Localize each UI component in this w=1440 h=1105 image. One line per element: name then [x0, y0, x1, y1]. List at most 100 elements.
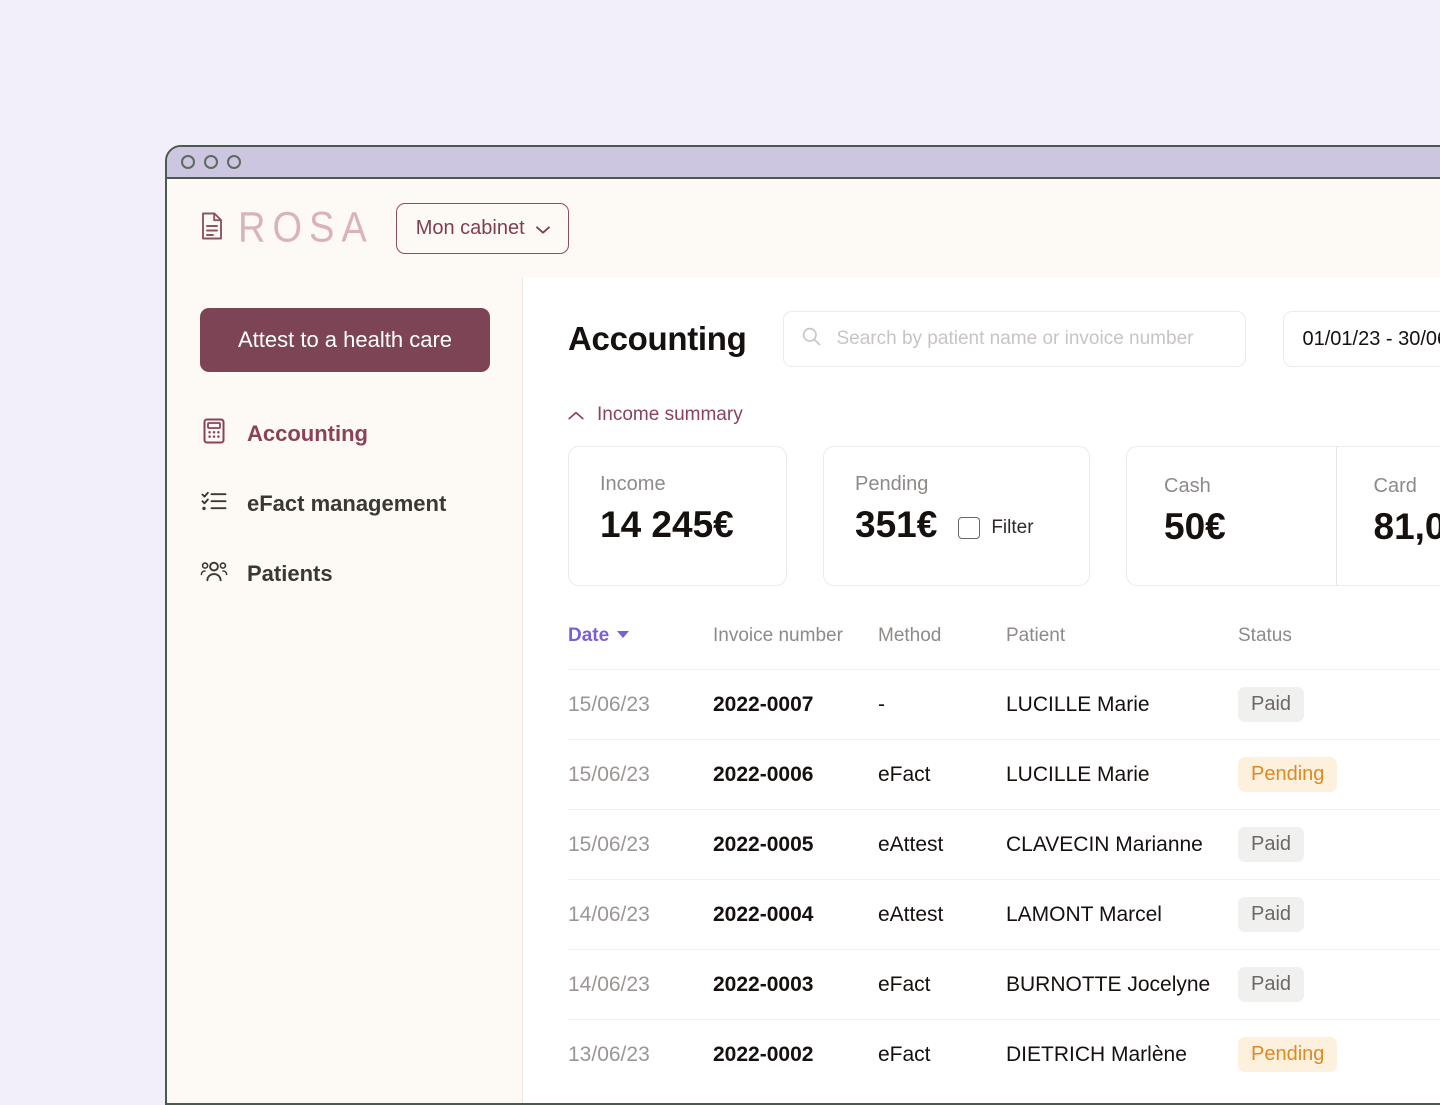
cell-patient: LUCILLE Marie	[1006, 740, 1238, 810]
cell-patient: BURNOTTE Jocelyne	[1006, 950, 1238, 1020]
column-header-date[interactable]: Date	[568, 625, 713, 670]
pending-card: Pending 351€ Filter	[823, 446, 1090, 586]
column-header-method[interactable]: Method	[878, 625, 1006, 670]
table-header-row: Date Invoice number Method Patient Statu…	[568, 625, 1440, 670]
search-input[interactable]	[836, 328, 1227, 350]
table-row[interactable]: 15/06/232022-0006eFactLUCILLE MariePendi…	[568, 740, 1440, 810]
sidebar-item-label: eFact management	[247, 491, 446, 517]
sidebar-item-label: Patients	[247, 561, 333, 587]
column-header-status[interactable]: Status	[1238, 625, 1438, 670]
brand-wordmark: ROSA	[238, 207, 374, 250]
cell-invoice-number: 2022-0007	[713, 670, 878, 740]
cash-card-value: 50€	[1164, 507, 1336, 548]
status-badge: Pending	[1238, 757, 1337, 792]
cell-method: eAttest	[878, 880, 1006, 950]
page-title: Accounting	[568, 320, 746, 358]
cell-invoice-number: 2022-0002	[713, 1020, 878, 1090]
chevron-down-icon	[536, 217, 550, 240]
summary-cards-row: Income 14 245€ Pending 351€ Filter	[568, 446, 1440, 586]
cell-status: Paid	[1238, 810, 1438, 880]
status-badge: Paid	[1238, 827, 1304, 862]
app-body: Attest to a health care Accounting	[167, 277, 1440, 1105]
cell-status: Pending	[1238, 1020, 1438, 1090]
invoice-table: Date Invoice number Method Patient Statu…	[568, 625, 1440, 1090]
income-summary-label: Income summary	[597, 404, 743, 426]
search-icon	[802, 327, 821, 351]
income-card-value: 14 245€	[600, 505, 756, 546]
cabinet-select-label: Mon cabinet	[416, 217, 525, 240]
cell-status: Pending	[1238, 740, 1438, 810]
document-icon	[200, 212, 224, 245]
pending-filter-toggle[interactable]: Filter	[958, 517, 1033, 546]
maximize-dot[interactable]	[227, 155, 241, 169]
sidebar: Attest to a health care Accounting	[167, 277, 523, 1105]
cell-invoice-number: 2022-0003	[713, 950, 878, 1020]
cell-invoice-number: 2022-0005	[713, 810, 878, 880]
cell-date: 14/06/23	[568, 880, 713, 950]
pending-card-value: 351€	[855, 505, 937, 546]
cell-method: -	[878, 670, 1006, 740]
income-card: Income 14 245€	[568, 446, 787, 586]
chevron-up-icon	[568, 404, 584, 426]
cash-card-summary-card: Cash 50€ Card 81,03	[1126, 446, 1440, 586]
status-badge: Paid	[1238, 687, 1304, 722]
cell-patient: CLAVECIN Marianne	[1006, 810, 1238, 880]
cell-date: 15/06/23	[568, 740, 713, 810]
attest-to-health-care-button[interactable]: Attest to a health care	[200, 308, 490, 372]
cell-status: Paid	[1238, 950, 1438, 1020]
cell-method: eFact	[878, 740, 1006, 810]
column-header-date-label: Date	[568, 625, 609, 646]
pending-card-label: Pending	[855, 473, 1059, 495]
cell-status: Paid	[1238, 880, 1438, 950]
card-payment-card: Card 81,03	[1336, 447, 1440, 585]
table-row[interactable]: 13/06/232022-0002eFactDIETRICH MarlènePe…	[568, 1020, 1440, 1090]
caret-down-icon	[617, 631, 629, 638]
sidebar-item-accounting[interactable]: Accounting	[167, 399, 522, 469]
cell-method: eFact	[878, 950, 1006, 1020]
checklist-icon	[200, 487, 228, 521]
calculator-icon	[200, 417, 228, 451]
people-group-icon	[200, 557, 228, 591]
sidebar-item-label: Accounting	[247, 421, 368, 447]
column-header-patient[interactable]: Patient	[1006, 625, 1238, 670]
cell-invoice-number: 2022-0006	[713, 740, 878, 810]
cell-date: 15/06/23	[568, 670, 713, 740]
search-field[interactable]	[783, 311, 1246, 367]
cell-date: 15/06/23	[568, 810, 713, 880]
table-row[interactable]: 15/06/232022-0005eAttestCLAVECIN Mariann…	[568, 810, 1440, 880]
card-payment-label: Card	[1374, 475, 1440, 497]
cell-date: 13/06/23	[568, 1020, 713, 1090]
cash-card-label: Cash	[1164, 475, 1336, 497]
sidebar-item-efact-management[interactable]: eFact management	[167, 469, 522, 539]
cell-status: Paid	[1238, 670, 1438, 740]
main-toolbar: Accounting 01/01/23 - 30/06/23	[568, 307, 1440, 371]
income-card-label: Income	[600, 473, 756, 495]
sidebar-item-patients[interactable]: Patients	[167, 539, 522, 609]
status-badge: Pending	[1238, 1037, 1337, 1072]
app-header: ROSA Mon cabinet	[167, 179, 1440, 277]
table-row[interactable]: 14/06/232022-0004eAttestLAMONT MarcelPai…	[568, 880, 1440, 950]
status-badge: Paid	[1238, 897, 1304, 932]
date-range-picker[interactable]: 01/01/23 - 30/06/23	[1283, 311, 1440, 367]
cell-patient: LAMONT Marcel	[1006, 880, 1238, 950]
date-range-value: 01/01/23 - 30/06/23	[1302, 328, 1440, 351]
browser-window-mock: ROSA Mon cabinet Attest to a health care	[165, 145, 1440, 1105]
cell-patient: DIETRICH Marlène	[1006, 1020, 1238, 1090]
status-badge: Paid	[1238, 967, 1304, 1002]
filter-label: Filter	[991, 517, 1033, 539]
window-titlebar	[167, 147, 1440, 179]
income-summary-toggle[interactable]: Income summary	[568, 404, 743, 426]
cash-card: Cash 50€	[1127, 447, 1336, 585]
card-payment-value: 81,03	[1374, 507, 1440, 548]
minimize-dot[interactable]	[204, 155, 218, 169]
close-dot[interactable]	[181, 155, 195, 169]
table-row[interactable]: 14/06/232022-0003eFactBURNOTTE JocelyneP…	[568, 950, 1440, 1020]
cell-date: 14/06/23	[568, 950, 713, 1020]
cell-method: eAttest	[878, 810, 1006, 880]
cabinet-select[interactable]: Mon cabinet	[396, 203, 569, 254]
cell-invoice-number: 2022-0004	[713, 880, 878, 950]
table-row[interactable]: 15/06/232022-0007-LUCILLE MariePaid	[568, 670, 1440, 740]
filter-checkbox[interactable]	[958, 517, 980, 539]
column-header-invoice-number[interactable]: Invoice number	[713, 625, 878, 670]
main-content: Accounting 01/01/23 - 30/06/23	[523, 277, 1440, 1105]
